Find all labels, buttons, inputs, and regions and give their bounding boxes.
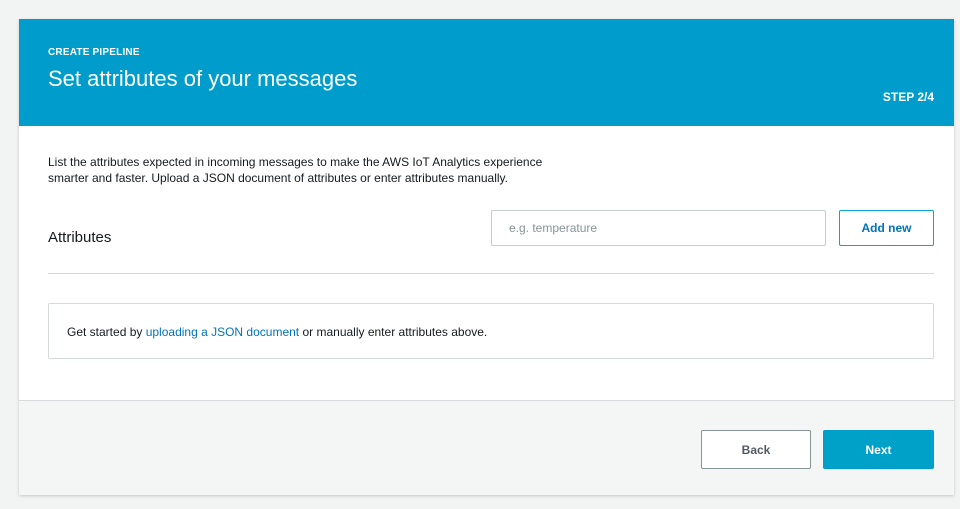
wizard-eyebrow: CREATE PIPELINE — [48, 47, 140, 58]
next-button[interactable]: Next — [823, 430, 934, 469]
step-indicator: STEP 2/4 — [882, 90, 934, 104]
wizard-body: List the attributes expected in incoming… — [19, 126, 954, 400]
empty-state-text: Get started by uploading a JSON document… — [67, 325, 487, 339]
intro-text: List the attributes expected in incoming… — [48, 154, 648, 186]
wizard-footer: Back Next — [19, 400, 954, 495]
attribute-name-input[interactable] — [491, 210, 826, 246]
empty-state-prefix: Get started by — [67, 325, 146, 339]
section-divider — [48, 273, 934, 274]
intro-line-1: List the attributes expected in incoming… — [48, 155, 543, 169]
empty-state-box: Get started by uploading a JSON document… — [48, 303, 934, 359]
page-title: Set attributes of your messages — [48, 66, 358, 91]
wizard-header: CREATE PIPELINE Set attributes of your m… — [19, 19, 954, 126]
add-new-button[interactable]: Add new — [839, 210, 934, 246]
back-button[interactable]: Back — [701, 430, 811, 469]
intro-line-2: smarter and faster. Upload a JSON docume… — [48, 171, 509, 185]
page: CREATE PIPELINE Set attributes of your m… — [0, 0, 960, 509]
empty-state-suffix: or manually enter attributes above. — [299, 325, 488, 339]
attributes-label: Attributes — [48, 229, 112, 246]
wizard-card: CREATE PIPELINE Set attributes of your m… — [19, 19, 954, 495]
upload-json-link[interactable]: uploading a JSON document — [146, 325, 299, 339]
